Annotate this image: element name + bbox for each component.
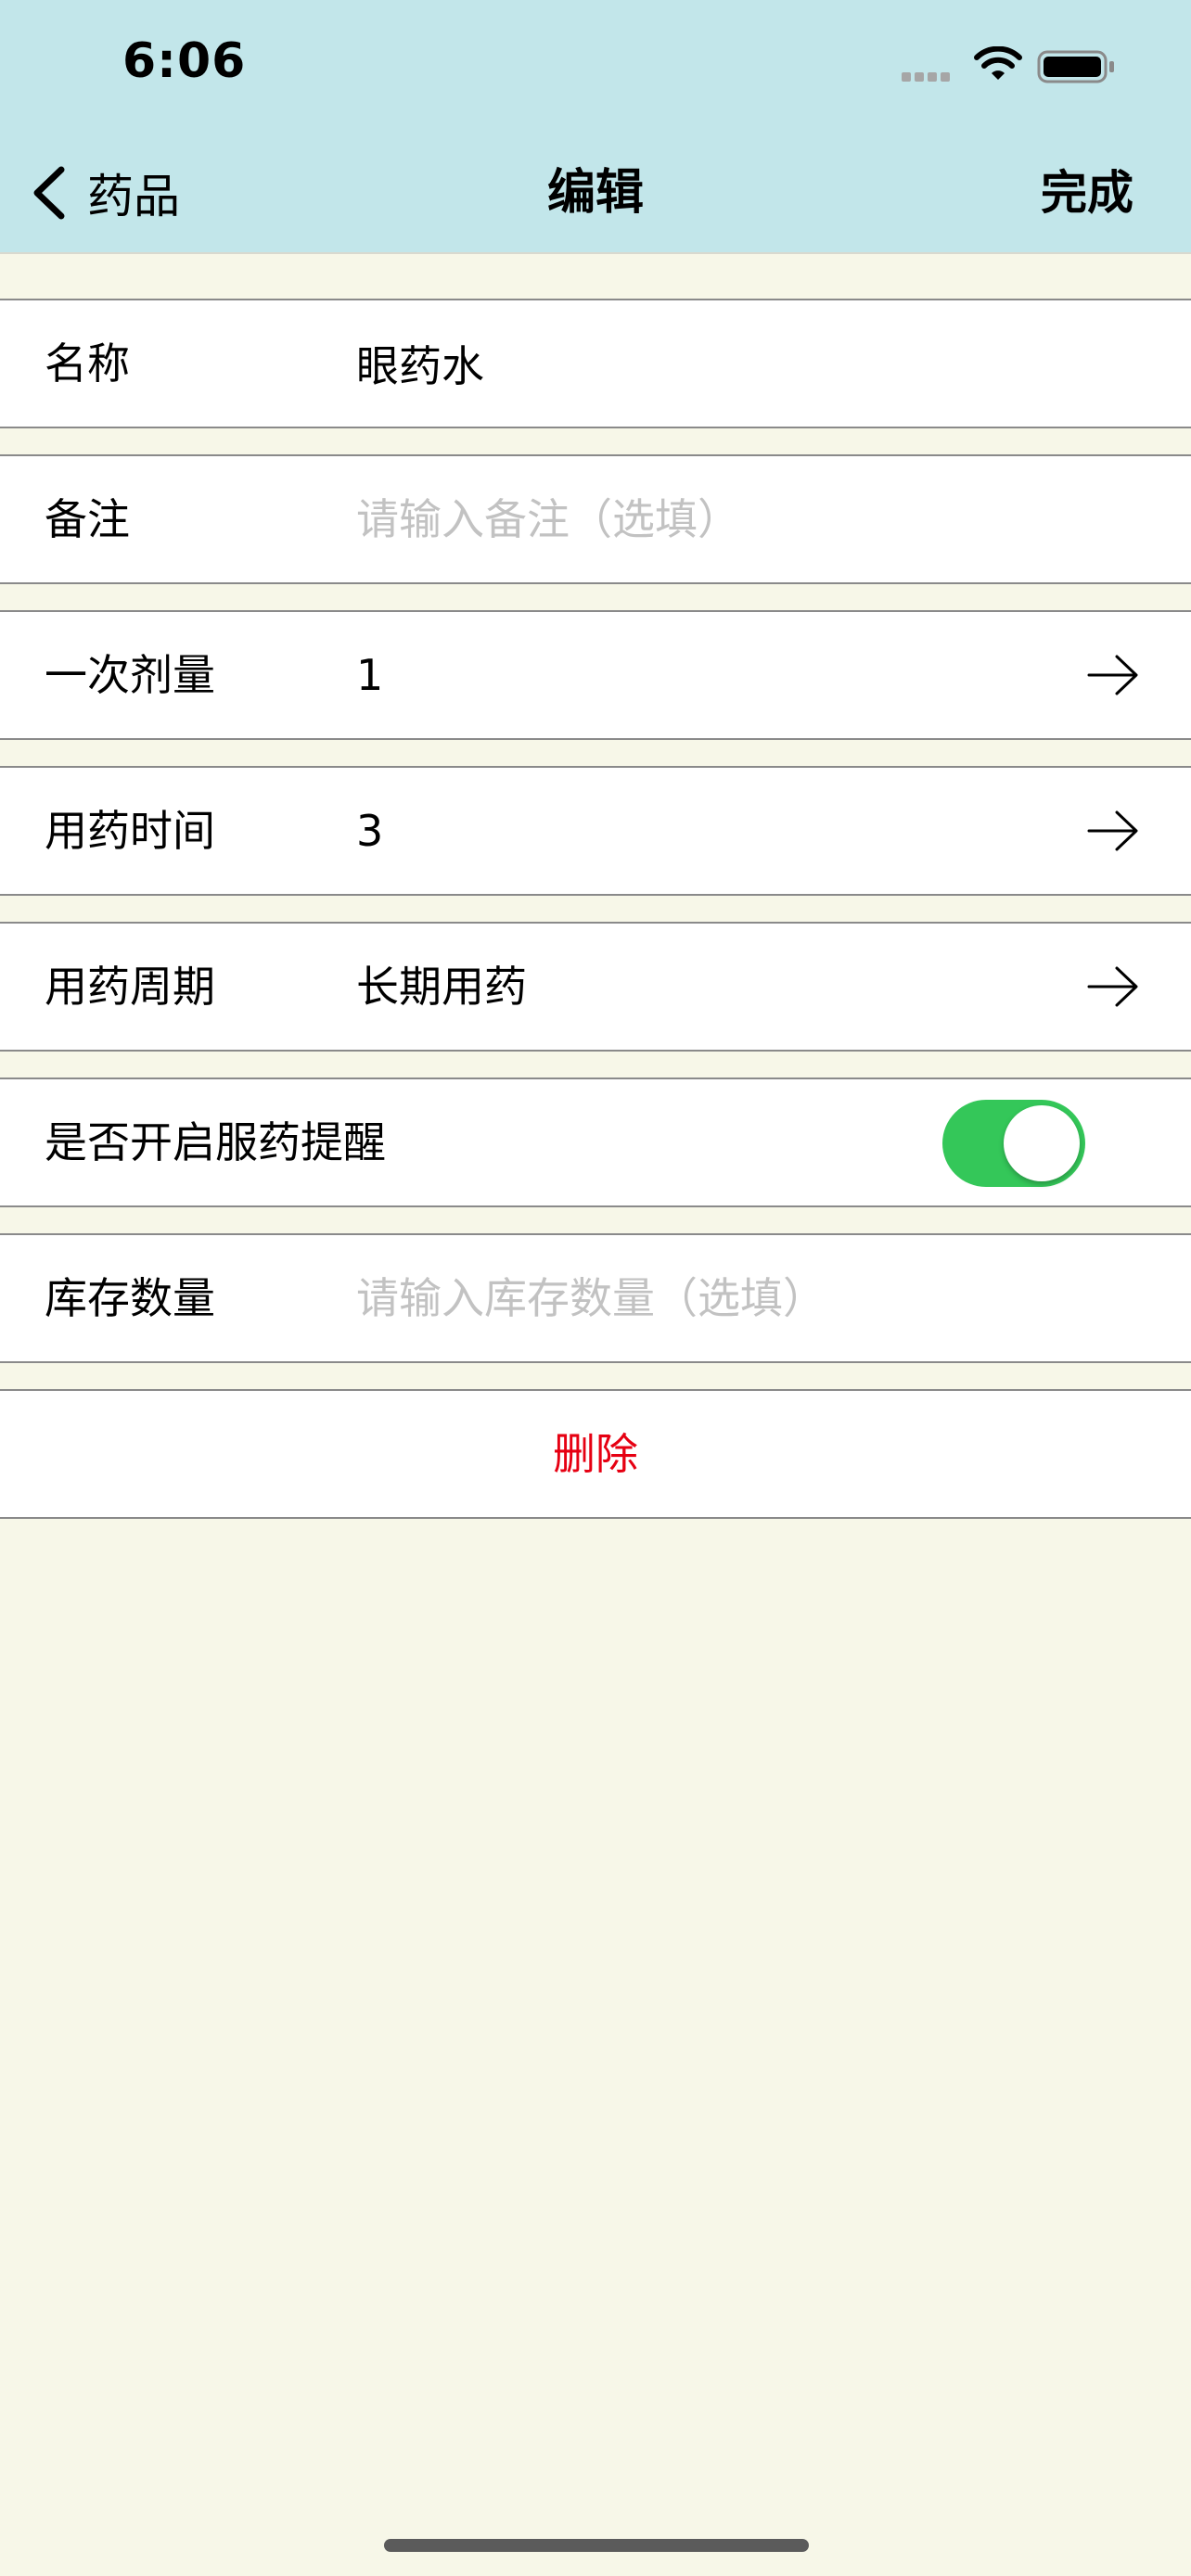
time-value: 3 <box>356 806 384 856</box>
chevron-left-icon <box>33 166 65 220</box>
dose-label: 一次剂量 <box>45 650 215 700</box>
reminder-label: 是否开启服药提醒 <box>45 1117 386 1167</box>
reminder-toggle[interactable] <box>942 1100 1085 1187</box>
dose-value: 1 <box>356 650 384 700</box>
battery-icon <box>1037 50 1114 83</box>
reminder-row: 是否开启服药提醒 <box>0 1078 1191 1207</box>
home-indicator[interactable] <box>384 2539 809 2552</box>
wifi-icon <box>974 46 1022 80</box>
period-row[interactable]: 用药周期 长期用药 <box>0 922 1191 1052</box>
time-row[interactable]: 用药时间 3 <box>0 766 1191 896</box>
arrow-right-icon <box>1087 655 1138 695</box>
note-label: 备注 <box>45 494 130 544</box>
arrow-right-icon <box>1087 810 1138 851</box>
name-row: 名称 <box>0 299 1191 428</box>
navigation-header: 6:06 药品 编辑 完成 <box>0 0 1191 254</box>
note-row: 备注 <box>0 454 1191 584</box>
name-input[interactable] <box>356 326 1135 401</box>
name-label: 名称 <box>45 338 130 389</box>
arrow-right-icon <box>1087 966 1138 1007</box>
delete-button[interactable]: 删除 <box>0 1389 1191 1519</box>
dose-row[interactable]: 一次剂量 1 <box>0 610 1191 740</box>
note-input[interactable] <box>356 482 1135 556</box>
stock-input[interactable] <box>356 1261 1135 1335</box>
back-button[interactable]: 药品 <box>30 156 215 230</box>
back-button-label: 药品 <box>87 170 180 223</box>
period-label: 用药周期 <box>45 962 215 1012</box>
stock-label: 库存数量 <box>45 1273 215 1323</box>
stock-row: 库存数量 <box>0 1233 1191 1363</box>
period-value: 长期用药 <box>356 962 527 1012</box>
time-label: 用药时间 <box>45 806 215 856</box>
done-button[interactable]: 完成 <box>1041 156 1133 230</box>
delete-label: 删除 <box>553 1429 638 1479</box>
signal-icon <box>902 72 957 85</box>
status-time: 6:06 <box>122 33 247 89</box>
toggle-knob <box>1004 1105 1080 1181</box>
